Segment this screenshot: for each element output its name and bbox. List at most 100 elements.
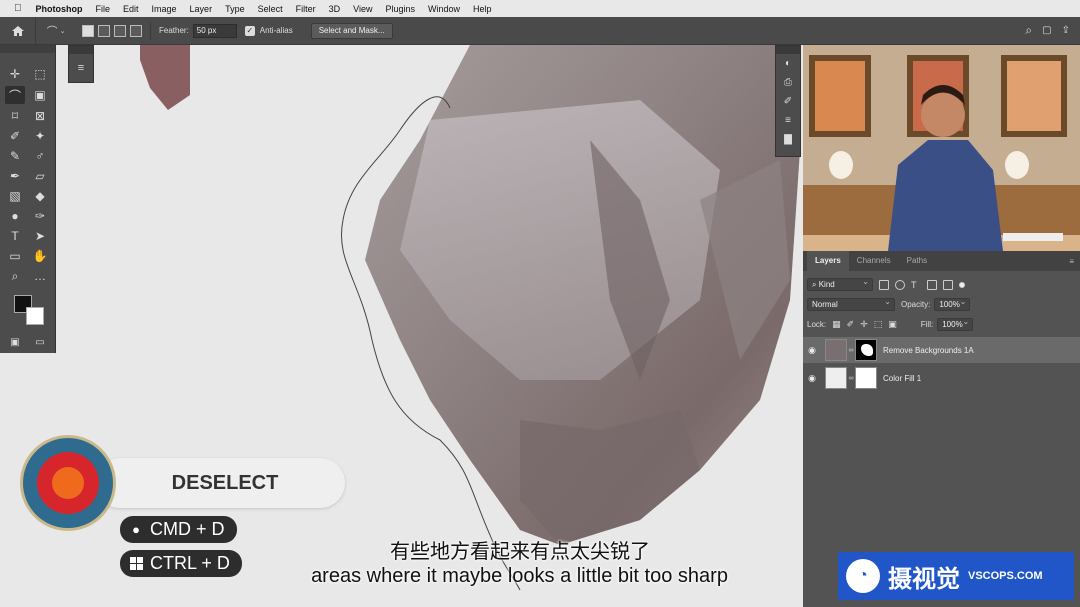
pen-tool-icon[interactable]: ✑	[30, 207, 50, 225]
eyedropper-tool-icon[interactable]: ✐	[5, 127, 25, 145]
type-filter-icon[interactable]: T	[911, 280, 921, 290]
histogram-panel-icon[interactable]: ▇	[776, 130, 800, 149]
layer-mask-thumbnail[interactable]	[855, 339, 877, 361]
menu-plugins[interactable]: Plugins	[385, 4, 415, 14]
rectangle-tool-icon[interactable]: ▭	[5, 247, 25, 265]
blur-tool-icon[interactable]: ◆	[30, 187, 50, 205]
adjust-panel-icon[interactable]: ≡	[776, 111, 800, 130]
feather-label: Feather:	[159, 26, 189, 35]
quick-mask-icon[interactable]: ▣	[5, 333, 25, 351]
panel-header[interactable]	[776, 46, 800, 54]
screen-mode-icon[interactable]: ▭	[30, 333, 50, 351]
filter-kind-dropdown[interactable]: ⌕ Kind	[807, 276, 873, 291]
layer-mask-thumbnail[interactable]	[855, 367, 877, 389]
target-icon	[20, 435, 116, 531]
menu-window[interactable]: Window	[428, 4, 460, 14]
lock-position-icon[interactable]: ✛	[860, 319, 868, 330]
lock-row: Lock: ▦ ✐ ✛ ⬚ ▣ Fill: 100%	[803, 316, 1080, 331]
brush-tool-icon[interactable]: ✎	[5, 147, 25, 165]
adjustment-filter-icon[interactable]	[895, 279, 905, 290]
tab-channels[interactable]: Channels	[849, 251, 899, 271]
zoom-tool-icon[interactable]: ⌕	[5, 267, 25, 285]
home-button[interactable]	[0, 16, 36, 45]
link-icon: ∞	[848, 346, 854, 354]
tab-layers[interactable]: Layers	[807, 251, 849, 271]
stamp-tool-icon[interactable]: ♂	[30, 147, 50, 165]
shape-filter-icon[interactable]	[927, 279, 937, 290]
pixel-filter-icon[interactable]	[879, 279, 889, 290]
crop-tool-icon[interactable]: ⌑	[5, 107, 25, 125]
collapsed-panels-strip: ◐ ⎙ ✐ ≡ ▇	[775, 45, 801, 157]
fill-input[interactable]: 100%	[937, 316, 974, 331]
menu-image[interactable]: Image	[152, 4, 177, 14]
menu-type[interactable]: Type	[225, 4, 245, 14]
fill-label: Fill:	[920, 320, 934, 329]
visibility-eye-icon[interactable]: ◉	[803, 373, 821, 384]
filter-toggle-icon[interactable]	[959, 281, 965, 288]
subtitle-english-text: areas where it maybe looks a little bit …	[311, 565, 728, 587]
type-tool-icon[interactable]: T	[5, 227, 25, 245]
share-icon[interactable]: ⇪	[1062, 25, 1070, 36]
menu-view[interactable]: View	[353, 4, 372, 14]
lock-artboard-icon[interactable]: ⬚	[874, 319, 883, 330]
menu-file[interactable]: File	[96, 4, 111, 14]
antialias-checkbox[interactable]: ✓	[244, 25, 255, 36]
tab-paths[interactable]: Paths	[899, 251, 935, 271]
menu-filter[interactable]: Filter	[296, 4, 316, 14]
path-select-tool-icon[interactable]: ➤	[30, 227, 50, 245]
feather-input[interactable]: 50 px	[192, 23, 237, 38]
lock-transparent-icon[interactable]: ▦	[832, 319, 841, 330]
healing-brush-tool-icon[interactable]: ✦	[30, 127, 50, 145]
smart-object-filter-icon[interactable]	[943, 279, 953, 290]
menu-select[interactable]: Select	[258, 4, 283, 14]
layer-name: Color Fill 1	[883, 373, 922, 383]
search-icon[interactable]: ⌕	[1025, 23, 1032, 38]
options-right: ⌕ ▢ ⇪	[1025, 23, 1080, 38]
history-panel-icon[interactable]: ⎙	[776, 73, 800, 92]
menu-3d[interactable]: 3D	[329, 4, 341, 14]
lock-pixels-icon[interactable]: ✐	[847, 319, 855, 330]
lasso-tool-icon[interactable]: ⌒	[5, 86, 25, 104]
menu-layer[interactable]: Layer	[190, 4, 213, 14]
lock-label: Lock:	[807, 320, 827, 329]
hand-tool-icon[interactable]: ✋	[30, 247, 50, 265]
lasso-preset-picker[interactable]: ⌒ ⌄	[36, 23, 76, 39]
add-to-selection-button[interactable]	[98, 24, 110, 37]
adjustments-icon[interactable]: ≡	[69, 54, 93, 82]
apple-icon[interactable]: 	[14, 3, 22, 14]
layer-row[interactable]: ◉ ∞ Remove Backgrounds 1A	[803, 337, 1080, 363]
menu-bar:  Photoshop File Edit Image Layer Type S…	[0, 0, 1080, 17]
select-and-mask-button[interactable]: Select and Mask...	[310, 22, 393, 39]
new-selection-button[interactable]	[82, 24, 94, 37]
layer-thumbnail	[825, 367, 847, 389]
marquee-tool-icon[interactable]: ⬚	[30, 65, 50, 83]
eraser-tool-icon[interactable]: ▱	[30, 167, 50, 185]
move-tool-icon[interactable]: ✛	[5, 65, 25, 83]
object-select-tool-icon[interactable]: ▣	[30, 86, 50, 104]
panel-header[interactable]	[69, 46, 93, 54]
color-panel-icon[interactable]: ◐	[776, 54, 800, 73]
home-icon	[11, 25, 24, 36]
menu-edit[interactable]: Edit	[123, 4, 139, 14]
menu-photoshop[interactable]: Photoshop	[36, 4, 83, 14]
intersect-selection-button[interactable]	[130, 24, 142, 37]
frame-tool-icon[interactable]: ⊠	[30, 107, 50, 125]
workspace-icon[interactable]: ▢	[1042, 25, 1051, 36]
watermark: ◔ 摄视觉 VSCOPS.COM	[838, 552, 1074, 600]
panel-menu-icon[interactable]: ≡	[1069, 257, 1074, 266]
layer-row[interactable]: ◉ ∞ Color Fill 1	[803, 365, 1080, 391]
lock-all-icon[interactable]: ▣	[888, 319, 897, 330]
fabric-fragment	[140, 45, 190, 110]
menu-help[interactable]: Help	[473, 4, 492, 14]
visibility-eye-icon[interactable]: ◉	[803, 345, 821, 356]
panel-header[interactable]	[0, 45, 55, 53]
gradient-tool-icon[interactable]: ▧	[5, 187, 25, 205]
dodge-tool-icon[interactable]: ●	[5, 207, 25, 225]
more-tools-icon[interactable]: …	[30, 267, 50, 285]
opacity-input[interactable]: 100%	[934, 296, 971, 311]
blend-mode-dropdown[interactable]: Normal	[807, 296, 895, 311]
subtract-from-selection-button[interactable]	[114, 24, 126, 37]
brush-panel-icon[interactable]: ✐	[776, 92, 800, 111]
history-brush-tool-icon[interactable]: ✒	[5, 167, 25, 185]
background-color-swatch[interactable]	[26, 307, 44, 325]
